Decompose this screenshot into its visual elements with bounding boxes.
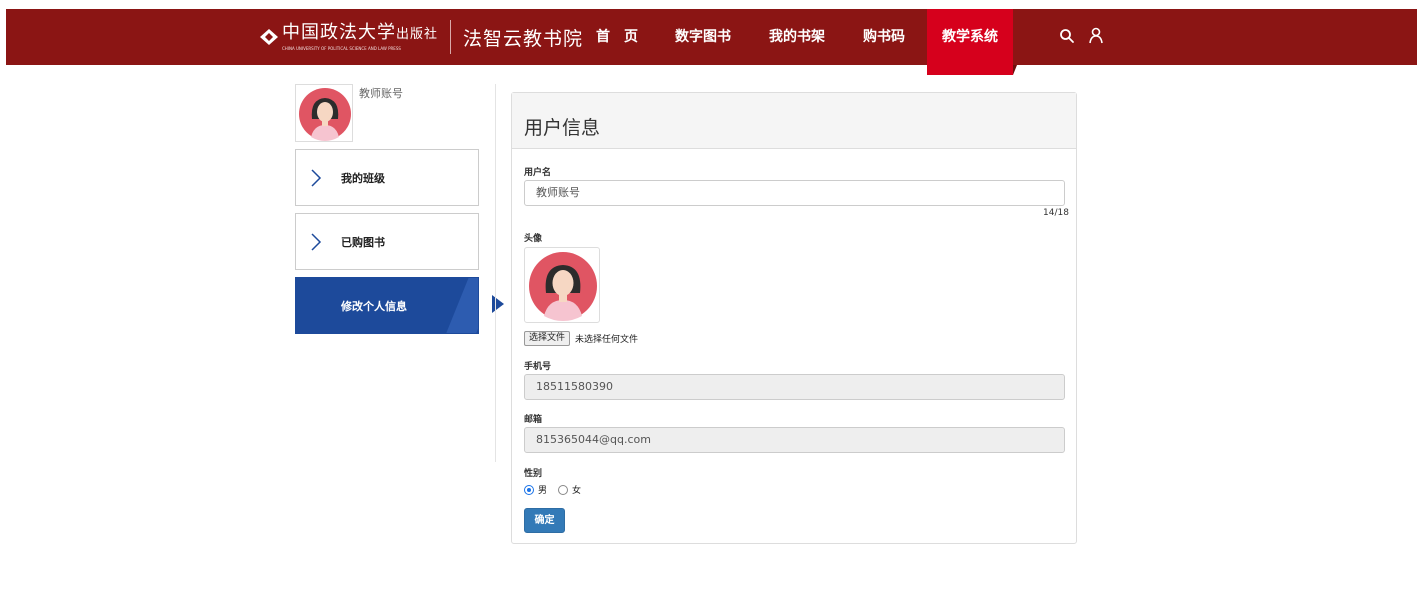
top-navbar: 中国政法大学出版社 CHINA UNIVERSITY OF POLITICAL … (6, 9, 1417, 75)
decorative-stripe (441, 278, 478, 333)
window-top-margin (0, 0, 1423, 9)
radio-male[interactable] (524, 484, 534, 495)
account-name: 教师账号 (359, 87, 403, 100)
sidebar-item-my-classes[interactable]: 我的班级 (295, 149, 479, 206)
user-icon[interactable] (1088, 27, 1104, 44)
press-emblem-icon (258, 26, 280, 48)
nav-my-bookshelf[interactable]: 我的书架 (767, 9, 827, 65)
sidebar-item-label: 修改个人信息 (341, 300, 407, 313)
username-input[interactable]: 教师账号 (524, 180, 1065, 206)
choose-file-button[interactable]: 选择文件 (524, 331, 571, 346)
sidebar-divider (495, 84, 496, 462)
sidebar-item-label: 我的班级 (341, 172, 385, 185)
gender-option-male[interactable]: 男 (524, 483, 547, 496)
user-info-panel: 用户信息 用户名 教师账号 14/18 头像 选择文件 未选择任何文件 手机号 … (511, 92, 1077, 544)
phone-label: 手机号 (524, 362, 552, 372)
gender-female-label: 女 (572, 486, 582, 496)
active-pointer-arrow (492, 295, 504, 313)
email-field: 815365044@qq.com (524, 427, 1065, 453)
nav-purchase-code[interactable]: 购书码 (861, 9, 907, 65)
site-name: 法智云教书院 (463, 27, 584, 50)
radio-female[interactable] (558, 484, 568, 495)
press-name-en: CHINA UNIVERSITY OF POLITICAL SCIENCE AN… (282, 45, 401, 51)
gender-label: 性别 (524, 469, 543, 479)
username-char-counter: 14/18 (1043, 208, 1069, 218)
panel-header: 用户信息 (512, 93, 1076, 149)
confirm-button[interactable]: 确定 (524, 508, 565, 533)
nav-digital-books[interactable]: 数字图书 (673, 9, 733, 65)
chevron-right-icon (311, 233, 322, 251)
sidebar-item-purchased-books[interactable]: 已购图书 (295, 213, 479, 270)
avatar-preview (524, 247, 600, 323)
logo-divider (450, 20, 452, 54)
gender-option-female[interactable]: 女 (558, 483, 581, 496)
nav-home[interactable]: 首 页 (594, 9, 640, 65)
chevron-right-icon (311, 169, 322, 187)
press-name: 中国政法大学出版社 CHINA UNIVERSITY OF POLITICAL … (282, 21, 439, 51)
avatar-label: 头像 (524, 234, 543, 244)
press-name-suffix: 出版社 (396, 26, 439, 42)
search-icon[interactable] (1059, 28, 1075, 44)
page-title: 用户信息 (524, 117, 601, 139)
username-label: 用户名 (524, 168, 552, 178)
sidebar-item-label: 已购图书 (341, 236, 385, 249)
file-status-text: 未选择任何文件 (575, 335, 639, 345)
email-label: 邮箱 (524, 415, 543, 425)
nav-teaching-system[interactable]: 教学系统 (937, 9, 1003, 65)
nav-active-fold (1013, 65, 1017, 75)
avatar (295, 84, 353, 142)
phone-field: 18511580390 (524, 374, 1065, 400)
site-logo[interactable]: 中国政法大学出版社 CHINA UNIVERSITY OF POLITICAL … (258, 9, 583, 65)
gender-male-label: 男 (538, 486, 548, 496)
press-name-cn: 中国政法大学 (282, 21, 396, 43)
sidebar-item-edit-profile[interactable]: 修改个人信息 (295, 277, 479, 334)
